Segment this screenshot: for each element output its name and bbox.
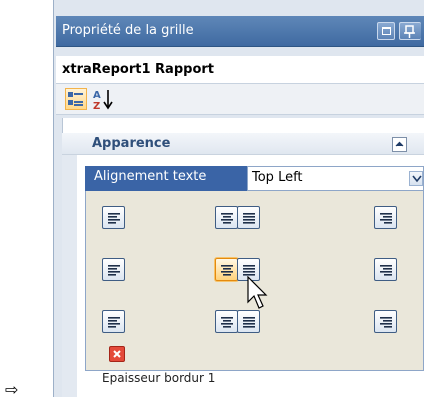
align-top-right-button[interactable]: [374, 206, 397, 229]
panel-title-bar[interactable]: Propriété de la grille: [56, 16, 424, 47]
align-middle-left-button[interactable]: [102, 258, 125, 281]
property-value: Top Left: [252, 170, 303, 185]
category-label: Apparence: [92, 136, 171, 151]
property-row-epaisseur-bordure[interactable]: Epaisseur bordur 1: [102, 371, 215, 385]
align-bottom-center-button[interactable]: [215, 310, 238, 333]
arrow-marker-icon: ⇨: [5, 380, 19, 399]
pin-icon[interactable]: [399, 22, 421, 40]
category-row-apparence[interactable]: Apparence: [62, 133, 424, 155]
maximize-icon[interactable]: [377, 22, 395, 40]
align-bottom-right-button[interactable]: [374, 310, 397, 333]
dropdown-arrow-icon[interactable]: [409, 171, 423, 186]
collapse-icon[interactable]: [392, 137, 407, 152]
align-top-justify-button[interactable]: [237, 206, 260, 229]
align-middle-center-button[interactable]: [215, 258, 238, 281]
alphabetical-sort-icon[interactable]: A Z: [92, 87, 116, 112]
clear-alignment-icon[interactable]: [109, 346, 125, 362]
categorized-icon[interactable]: [65, 88, 87, 110]
property-value-editor[interactable]: Top Left: [247, 166, 424, 191]
align-top-center-button[interactable]: [215, 206, 238, 229]
align-top-left-button[interactable]: [102, 206, 125, 229]
align-middle-right-button[interactable]: [374, 258, 397, 281]
object-selector[interactable]: xtraReport1 Rapport: [56, 56, 424, 84]
align-bottom-left-button[interactable]: [102, 310, 125, 333]
grid-gutter: [62, 133, 77, 397]
object-selector-value: xtraReport1 Rapport: [62, 62, 214, 77]
panel-title: Propriété de la grille: [62, 23, 194, 38]
svg-text:A: A: [93, 90, 101, 101]
mouse-cursor-icon: [247, 275, 269, 320]
svg-text:Z: Z: [93, 101, 100, 111]
property-name: Alignement texte: [94, 169, 207, 184]
grid-toolbar: A Z: [56, 84, 424, 115]
